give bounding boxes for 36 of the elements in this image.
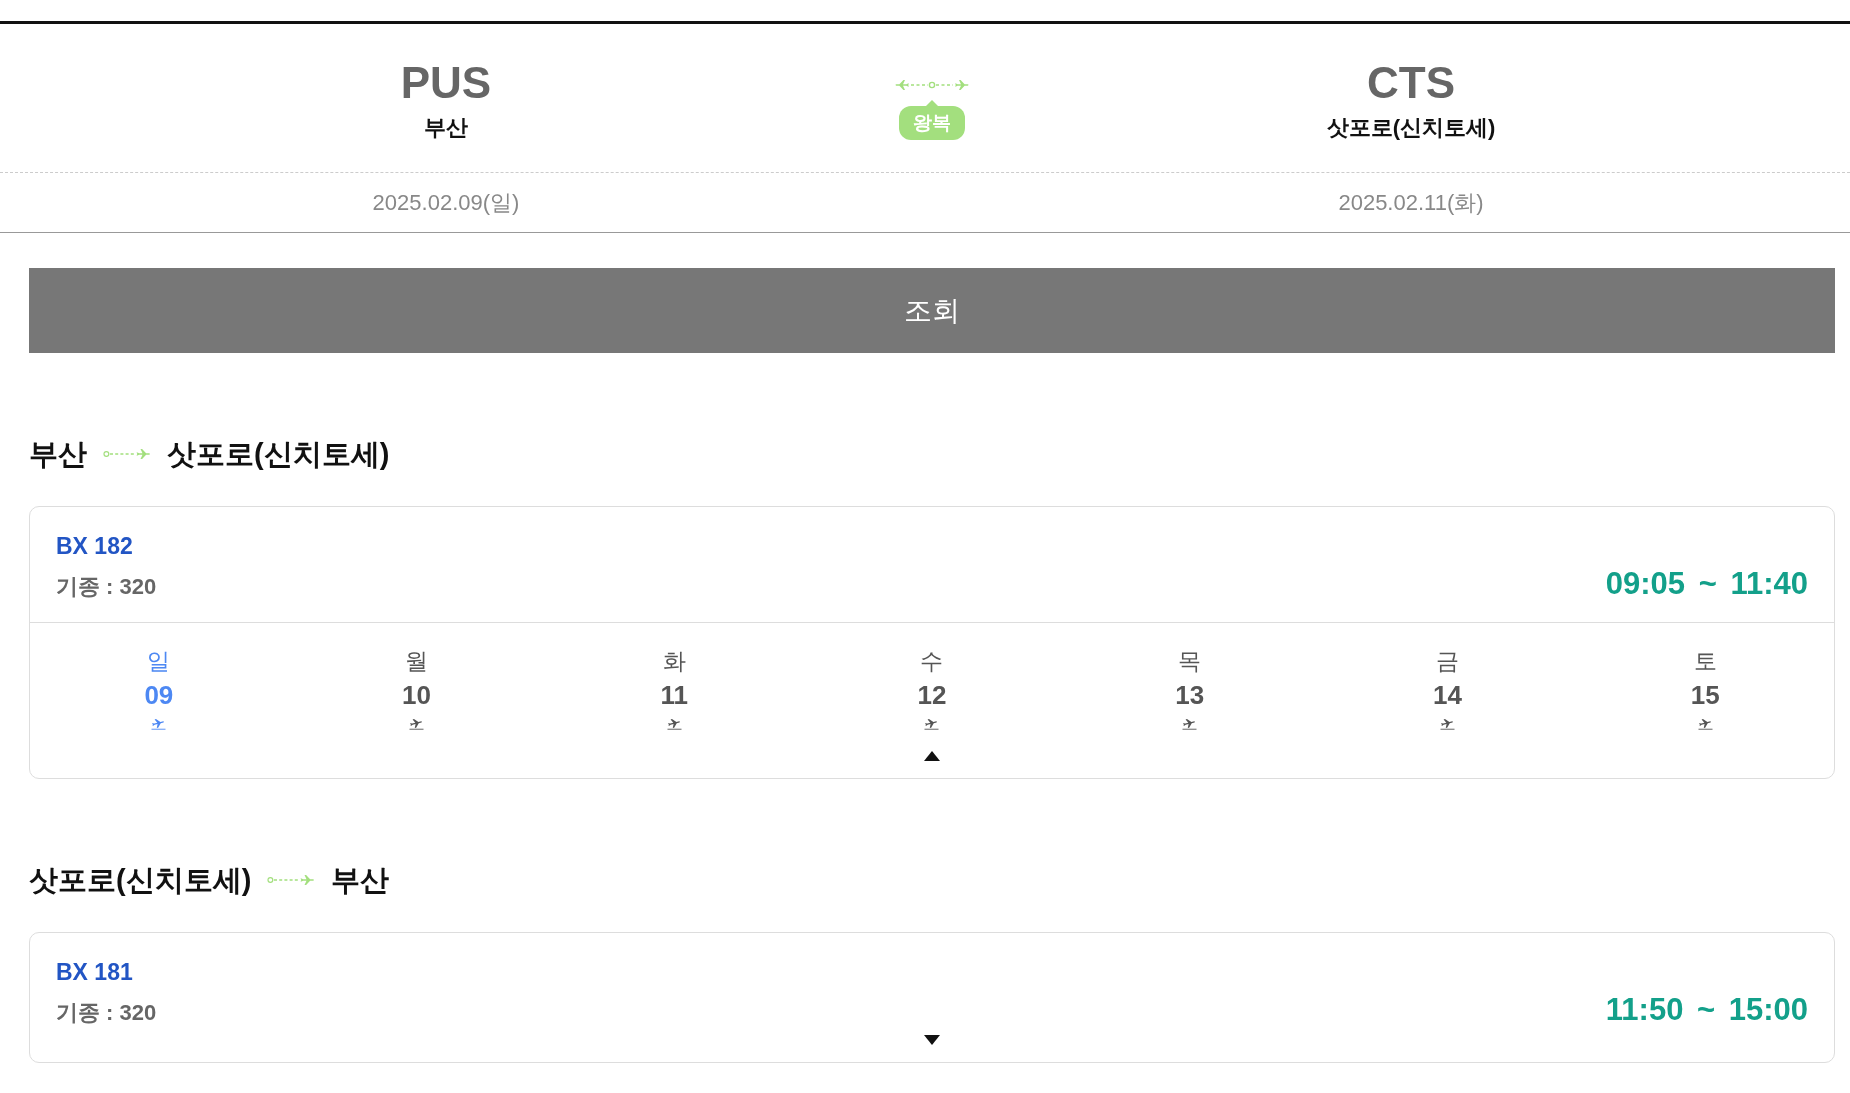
triangle-down-icon[interactable]: [924, 1035, 940, 1045]
plane-icon: [1182, 718, 1198, 730]
date-option[interactable]: 화 11: [660, 647, 689, 732]
return-date: 2025.02.11(화): [1338, 188, 1484, 217]
date-option[interactable]: 수 12: [917, 647, 947, 732]
route-arrow-icon: [103, 449, 151, 459]
airport-code: PUS: [400, 58, 492, 108]
plane-icon: [924, 718, 940, 730]
date-option[interactable]: 목 13: [1175, 647, 1205, 732]
origin-city: 삿포로(신치토세): [29, 863, 252, 898]
round-trip-icon: [895, 80, 969, 90]
date-option[interactable]: 토 15: [1690, 647, 1720, 732]
flight-number: BX 182: [56, 532, 133, 561]
departure-date: 2025.02.09(일): [372, 188, 520, 217]
date-option[interactable]: 금 14: [1432, 647, 1462, 732]
plane-icon: [1697, 718, 1713, 730]
flight-number: BX 181: [56, 958, 133, 987]
city-name: 부산: [424, 114, 468, 142]
plane-icon: [1439, 718, 1455, 730]
date-option[interactable]: 월 10: [402, 647, 431, 732]
destination-city: 부산: [331, 863, 390, 898]
city-name: 삿포로(신치토세): [1326, 114, 1496, 142]
destination-city: 삿포로(신치토세): [167, 437, 390, 472]
aircraft-type: 기종 : 320: [56, 999, 157, 1027]
flight-time: 11:50 ~ 15:00: [1605, 992, 1808, 1028]
plane-icon: [151, 718, 167, 730]
trip-type-badge: 왕복: [899, 100, 965, 140]
origin-city: 부산: [29, 437, 87, 472]
aircraft-type: 기종 : 320: [56, 573, 157, 601]
search-button[interactable]: 조회: [29, 268, 1835, 353]
plane-icon: [409, 718, 425, 730]
airport-code: CTS: [1367, 58, 1455, 108]
flight-time: 09:05 ~ 11:40: [1605, 566, 1808, 602]
route-arrow-icon: [267, 875, 316, 885]
plane-icon: [666, 718, 682, 730]
triangle-up-icon[interactable]: [924, 751, 940, 761]
